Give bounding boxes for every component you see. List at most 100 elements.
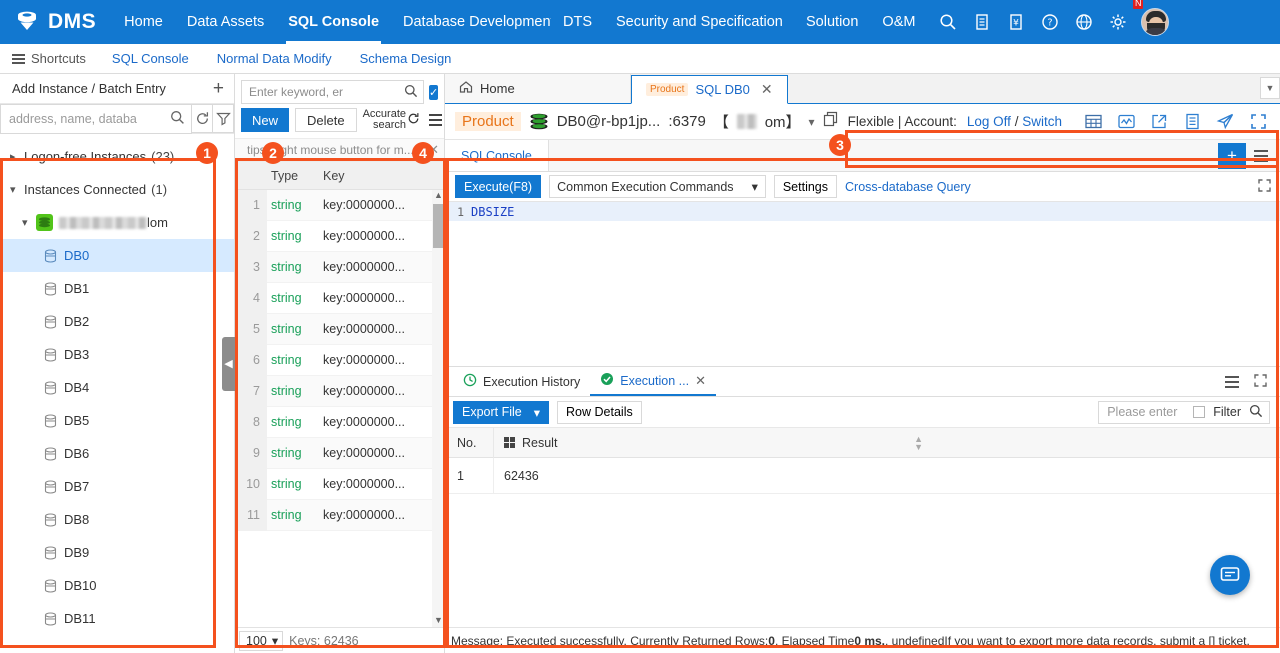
close-icon[interactable]: ✕ (695, 373, 706, 389)
nav-item-om[interactable]: O&M (870, 0, 927, 44)
sidebar-item-db8[interactable]: DB8 (0, 503, 234, 536)
plus-icon[interactable]: + (213, 79, 224, 98)
list-menu-icon[interactable] (426, 114, 443, 126)
nav-item-data-assets[interactable]: Data Assets (175, 0, 276, 44)
tree-group-logon-free-instances[interactable]: ▸ Logon-free Instances (23) (0, 140, 234, 173)
sidebar-item-db4[interactable]: DB4 (0, 371, 234, 404)
tab-home[interactable]: Home (445, 74, 631, 103)
tab-execution-result[interactable]: Execution ... ✕ (590, 367, 716, 396)
result-filter-box[interactable]: Filter (1098, 400, 1270, 424)
check-icon[interactable]: ✓ (429, 84, 439, 100)
nav-item-home[interactable]: Home (112, 0, 175, 44)
shortcut-schema-design[interactable]: Schema Design (346, 51, 466, 66)
list-menu-icon[interactable] (1254, 149, 1268, 162)
sidebar-item-db1[interactable]: DB1 (0, 272, 234, 305)
chat-icon[interactable] (1210, 555, 1250, 595)
settings-button[interactable]: Settings (773, 175, 838, 198)
gear-icon[interactable]: N (1103, 0, 1144, 37)
close-icon[interactable]: ✕ (761, 81, 773, 98)
switch-account-link[interactable]: Switch (1022, 114, 1062, 129)
instance-search-box[interactable] (0, 104, 192, 134)
chevron-down-icon[interactable]: ▼ (1260, 77, 1280, 99)
sidebar-item-db2[interactable]: DB2 (0, 305, 234, 338)
shortcut-normal-data-modify[interactable]: Normal Data Modify (203, 51, 346, 66)
sql-editor[interactable]: 1 DBSIZE (445, 202, 1280, 367)
scroll-up-icon[interactable]: ▲ (434, 190, 443, 200)
plus-icon[interactable]: + (1218, 142, 1246, 169)
sidebar-item-db7[interactable]: DB7 (0, 470, 234, 503)
result-col-result[interactable]: Result ▲ ▼ (493, 427, 933, 458)
result-filter-input[interactable] (1107, 405, 1186, 419)
avatar[interactable] (1141, 8, 1170, 36)
shortcut-sql-console[interactable]: SQL Console (98, 51, 203, 66)
monitor-icon[interactable] (1117, 112, 1136, 131)
brand-logo[interactable]: DMS (0, 9, 112, 35)
export-icon[interactable] (1150, 112, 1169, 131)
table-row[interactable]: 11 string key:0000000... (235, 499, 444, 531)
table-row[interactable]: 4 string key:0000000... (235, 282, 444, 314)
common-execution-commands-select[interactable]: Common Execution Commands ▾ (549, 175, 766, 198)
table-row[interactable]: 1 string key:0000000... (235, 189, 444, 221)
page-size-select[interactable]: 100 ▾ (239, 630, 284, 651)
fullscreen-icon[interactable] (1257, 178, 1272, 196)
new-key-button[interactable]: New (241, 108, 290, 132)
send-icon[interactable] (1216, 112, 1235, 131)
search-icon[interactable] (170, 110, 185, 128)
scroll-down-icon[interactable]: ▼ (434, 615, 443, 625)
search-icon[interactable] (933, 7, 963, 37)
nav-item-dts[interactable]: DTS (551, 0, 604, 44)
refresh-icon[interactable] (407, 112, 420, 128)
search-icon[interactable] (1249, 404, 1263, 421)
filter-checkbox[interactable] (1193, 406, 1206, 418)
instance-search-input[interactable] (9, 112, 170, 126)
list-menu-icon[interactable] (1225, 375, 1239, 388)
sidebar-item-db11[interactable]: DB11 (0, 602, 234, 635)
filter-icon[interactable] (213, 104, 234, 133)
tree-item-instance[interactable]: ▾ lom (0, 206, 234, 239)
chevron-down-icon[interactable]: ▾ (809, 115, 815, 129)
ticket-icon[interactable]: ¥ (1001, 7, 1031, 37)
table-row[interactable]: 8 string key:0000000... (235, 406, 444, 438)
nav-item-security-and-specification[interactable]: Security and Specification (604, 0, 794, 44)
key-table-scrollbar[interactable]: ▲ ▼ (432, 190, 444, 627)
row-details-button[interactable]: Row Details (557, 400, 642, 424)
key-search-box[interactable] (241, 80, 424, 104)
export-file-button[interactable]: Export File ▾ (453, 400, 550, 424)
fullscreen-icon[interactable] (1253, 373, 1268, 391)
accurate-search-toggle[interactable]: Accurate search (363, 109, 420, 131)
table-row[interactable]: 5 string key:0000000... (235, 313, 444, 345)
table-row[interactable]: 10 string key:0000000... (235, 468, 444, 500)
nav-item-database-development[interactable]: Database Development (391, 0, 551, 44)
scrollbar-thumb[interactable] (433, 204, 443, 248)
editor-line-1[interactable]: 1 DBSIZE (445, 202, 1280, 221)
document-icon[interactable] (967, 7, 997, 37)
sort-icon[interactable]: ▲ ▼ (914, 434, 923, 451)
nav-item-sql-console[interactable]: SQL Console (276, 0, 391, 44)
execute-button[interactable]: Execute(F8) (455, 175, 542, 198)
sidebar-item-db0[interactable]: DB0 (0, 239, 234, 272)
table-row[interactable]: 7 string key:0000000... (235, 375, 444, 407)
log-off-link[interactable]: Log Off (967, 114, 1011, 129)
sidebar-item-db3[interactable]: DB3 (0, 338, 234, 371)
table-row[interactable]: 1 62436 (445, 457, 1280, 494)
shortcuts-toggle[interactable]: Shortcuts (0, 51, 98, 66)
table-row[interactable]: 9 string key:0000000... (235, 437, 444, 469)
key-search-input[interactable] (249, 85, 404, 99)
chevron-left-icon[interactable]: ◀ (222, 336, 235, 391)
sidebar-item-db10[interactable]: DB10 (0, 569, 234, 602)
nav-item-solution[interactable]: Solution (794, 0, 870, 44)
globe-icon[interactable] (1069, 7, 1099, 37)
tab-sql-db0[interactable]: Product SQL DB0 ✕ (631, 75, 788, 104)
document-icon[interactable] (1183, 112, 1202, 131)
search-icon[interactable] (404, 84, 418, 101)
tab-execution-history[interactable]: Execution History (453, 367, 590, 396)
table-row[interactable]: 6 string key:0000000... (235, 344, 444, 376)
table-row[interactable]: 3 string key:0000000... (235, 251, 444, 283)
refresh-icon[interactable] (192, 104, 213, 133)
cross-database-query-link[interactable]: Cross-database Query (845, 180, 971, 194)
close-icon[interactable]: ✕ (428, 142, 439, 158)
fullscreen-icon[interactable] (1249, 112, 1268, 131)
tab-sqlconsole[interactable]: SQLConsole (445, 140, 549, 171)
table-icon[interactable] (1084, 112, 1103, 131)
sidebar-item-db6[interactable]: DB6 (0, 437, 234, 470)
